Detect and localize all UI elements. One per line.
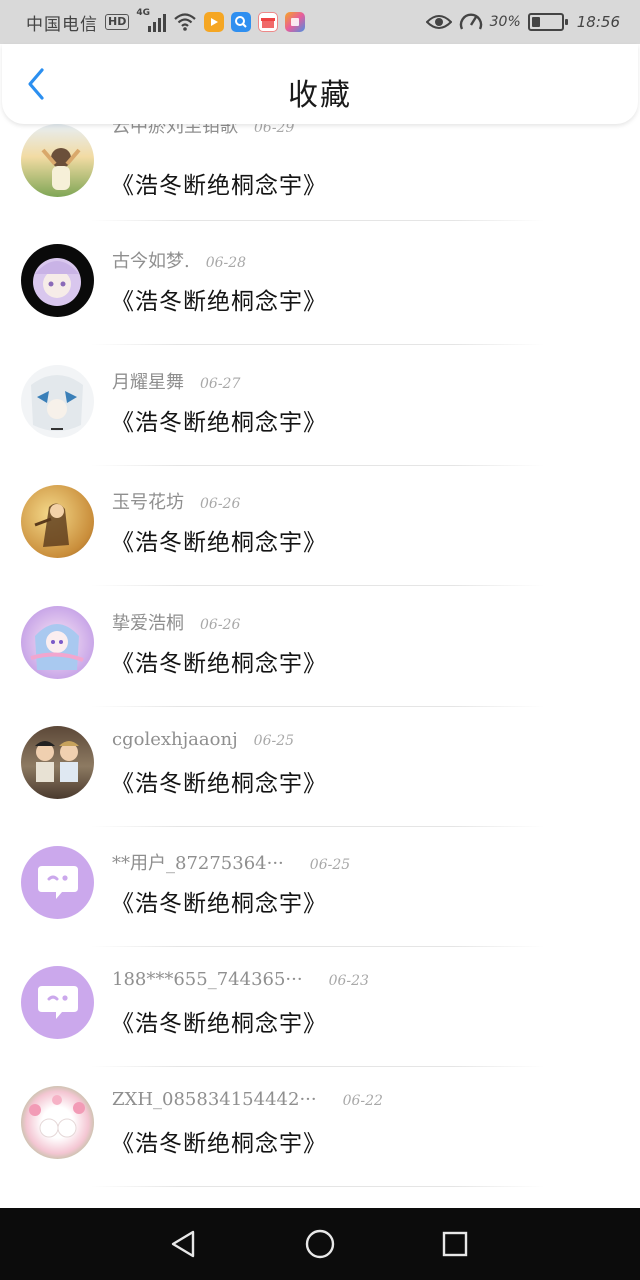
status-bar: 中国电信 HD 4G 30% 18:56 (0, 0, 640, 44)
header: 收藏 (2, 44, 638, 124)
carrier-label: 中国电信 (26, 14, 98, 35)
speed-icon (459, 13, 482, 30)
wifi-icon (174, 13, 197, 31)
divider (90, 946, 545, 947)
battery-icon (527, 13, 568, 31)
avatar[interactable] (21, 124, 94, 197)
system-nav-bar (0, 1208, 640, 1280)
battery-percent: 30% (489, 14, 521, 30)
item-date: 06-25 (253, 733, 295, 749)
item-date: 06-26 (200, 617, 241, 633)
item-date: 06-26 (200, 496, 241, 512)
item-meta: 188***655_744365··· 06-23 (112, 969, 369, 990)
video-app-icon (204, 12, 225, 32)
avatar[interactable] (21, 485, 94, 558)
divider (90, 585, 545, 586)
item-title[interactable]: 《浩冬断绝桐念宇》 (111, 1124, 327, 1158)
item-date: 06-28 (205, 255, 247, 271)
list-item[interactable]: **用户_87275364··· 06-25 《浩冬断绝桐念宇》 (0, 846, 640, 966)
status-right: 30% 18:56 (425, 11, 620, 33)
gift-app-icon (258, 12, 279, 32)
avatar[interactable] (21, 726, 94, 799)
item-meta: 古今如梦. 06-28 (112, 247, 246, 273)
list-item[interactable]: 云中瘀刘至钼歌 06-29 《浩冬断绝桐念宇》 (0, 116, 640, 240)
nav-back-button[interactable] (163, 1224, 203, 1264)
signal-icon: 4G (136, 8, 167, 32)
status-left: 中国电信 HD 4G (26, 8, 306, 35)
item-username[interactable]: **用户_87275364··· (112, 849, 284, 875)
nav-recents-button[interactable] (435, 1224, 475, 1264)
avatar[interactable] (21, 365, 94, 438)
triangle-back-icon (171, 1230, 195, 1258)
hd-badge: HD (105, 14, 130, 30)
default-avatar-icon (37, 865, 78, 899)
item-meta: **用户_87275364··· 06-25 (112, 849, 350, 875)
item-title[interactable]: 《浩冬断绝桐念宇》 (111, 403, 327, 437)
network-type-label: 4G (136, 8, 150, 18)
item-title[interactable]: 《浩冬断绝桐念宇》 (111, 764, 327, 798)
divider (90, 220, 545, 221)
divider (90, 465, 545, 466)
item-username[interactable]: 188***655_744365··· (112, 969, 303, 990)
avatar[interactable] (21, 244, 94, 317)
item-username[interactable]: 玉号花坊 (112, 488, 184, 514)
avatar[interactable] (21, 966, 94, 1039)
battery-level (531, 17, 541, 27)
item-username[interactable]: 挚爱浩桐 (112, 609, 184, 635)
item-date: 06-22 (342, 1093, 383, 1109)
list-item[interactable]: 月耀星舞 06-27 《浩冬断绝桐念宇》 (0, 365, 640, 485)
item-meta: ZXH_085834154442··· 06-22 (112, 1089, 383, 1110)
avatar[interactable] (21, 1086, 94, 1159)
circle-home-icon (305, 1229, 335, 1259)
item-date: 06-23 (328, 973, 369, 989)
item-username[interactable]: ZXH_085834154442··· (112, 1089, 317, 1110)
store-app-icon (285, 12, 306, 32)
item-title[interactable]: 《浩冬断绝桐念宇》 (111, 884, 327, 918)
divider (90, 826, 545, 827)
avatar[interactable] (21, 846, 94, 919)
list-item[interactable]: 古今如梦. 06-28 《浩冬断绝桐念宇》 (0, 244, 640, 364)
list-item[interactable]: cgolexhjaaonj 06-25 《浩冬断绝桐念宇》 (0, 726, 640, 846)
item-meta: 挚爱浩桐 06-26 (112, 609, 240, 635)
divider (90, 1186, 545, 1187)
item-title[interactable]: 《浩冬断绝桐念宇》 (111, 282, 327, 316)
item-username[interactable]: 月耀星舞 (112, 368, 184, 394)
square-recents-icon (442, 1231, 468, 1257)
page-title: 收藏 (288, 78, 352, 113)
item-meta: cgolexhjaaonj 06-25 (112, 729, 294, 750)
item-title[interactable]: 《浩冬断绝桐念宇》 (111, 1004, 327, 1038)
divider (90, 344, 545, 345)
nav-home-button[interactable] (300, 1224, 340, 1264)
list-item[interactable]: 188***655_744365··· 06-23 《浩冬断绝桐念宇》 (0, 966, 640, 1086)
item-date: 06-25 (309, 857, 351, 873)
list-item[interactable]: 挚爱浩桐 06-26 《浩冬断绝桐念宇》 (0, 606, 640, 726)
favorites-list: 云中瘀刘至钼歌 06-29 《浩冬断绝桐念宇》 古今如梦. 06-28 《浩冬断… (0, 100, 640, 1208)
item-username[interactable]: cgolexhjaaonj (112, 729, 238, 750)
search-app-icon (231, 12, 252, 32)
default-avatar-icon (37, 985, 78, 1019)
item-date: 06-27 (200, 376, 241, 392)
eye-icon (425, 15, 452, 29)
item-title[interactable]: 《浩冬断绝桐念宇》 (111, 644, 327, 678)
divider (90, 706, 545, 707)
list-item[interactable]: 玉号花坊 06-26 《浩冬断绝桐念宇》 (0, 485, 640, 605)
avatar[interactable] (21, 606, 94, 679)
clock: 18:56 (576, 13, 620, 31)
divider (90, 1066, 545, 1067)
list-item[interactable]: ZXH_085834154442··· 06-22 《浩冬断绝桐念宇》 (0, 1086, 640, 1206)
item-title[interactable]: 《浩冬断绝桐念宇》 (111, 166, 327, 200)
item-meta: 玉号花坊 06-26 (112, 488, 240, 514)
item-title[interactable]: 《浩冬断绝桐念宇》 (111, 523, 327, 557)
item-meta: 月耀星舞 06-27 (112, 368, 240, 394)
item-username[interactable]: 古今如梦. (112, 247, 190, 273)
